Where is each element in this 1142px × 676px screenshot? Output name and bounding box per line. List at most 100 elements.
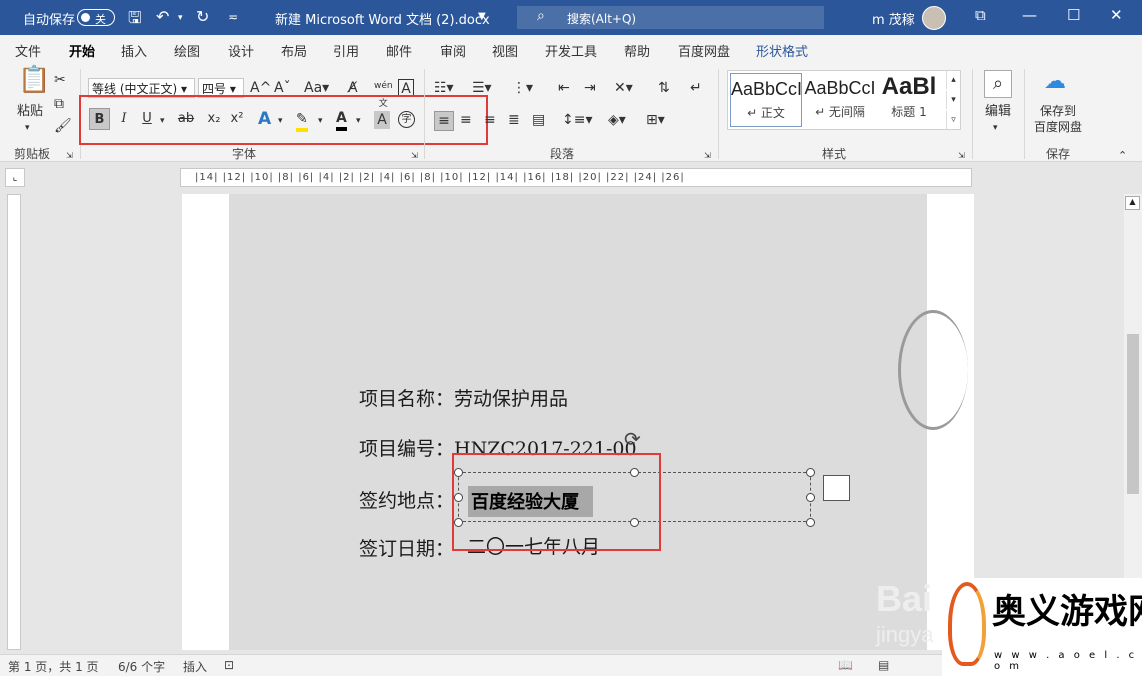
undo-dropdown-icon[interactable]: ▾ bbox=[178, 13, 183, 23]
save-icon[interactable]: 🖫 bbox=[128, 7, 142, 34]
bullets-icon[interactable]: ☷▾ bbox=[434, 79, 454, 97]
tab-help[interactable]: 帮助 bbox=[624, 41, 650, 60]
styles-launcher-icon[interactable]: ⇲ bbox=[958, 147, 965, 165]
increase-indent-icon[interactable]: ⇥ bbox=[584, 79, 596, 97]
vertical-ruler[interactable] bbox=[7, 194, 21, 650]
tab-draw[interactable]: 绘图 bbox=[174, 41, 200, 60]
search-input[interactable]: 搜索(Alt+Q) bbox=[567, 10, 636, 27]
accessibility-icon[interactable]: ⊡ bbox=[224, 658, 234, 672]
tab-view[interactable]: 视图 bbox=[492, 41, 518, 60]
styles-scroll-up-icon[interactable]: ▴ bbox=[946, 71, 960, 89]
align-left-icon[interactable]: ≡ bbox=[434, 111, 454, 131]
resize-handle[interactable] bbox=[806, 518, 815, 527]
paragraph-group-label: 段落 bbox=[550, 147, 575, 161]
minimize-icon[interactable]: — bbox=[1022, 6, 1037, 24]
tab-design[interactable]: 设计 bbox=[228, 41, 254, 60]
word-count[interactable]: 6/6 个字 bbox=[118, 658, 165, 675]
document-title[interactable]: 新建 Microsoft Word 文档 (2).docx bbox=[275, 9, 490, 28]
styles-more-icon[interactable]: ▿ bbox=[946, 111, 960, 129]
decrease-indent-icon[interactable]: ⇤ bbox=[558, 79, 570, 97]
borders-icon[interactable]: ⊞▾ bbox=[646, 111, 665, 129]
shading-icon[interactable]: ◈▾ bbox=[608, 111, 626, 129]
horizontal-ruler[interactable]: |14| |12| |10| |8| |6| |4| |2| |2| |4| |… bbox=[180, 168, 972, 187]
tab-file[interactable]: 文件 bbox=[15, 41, 41, 60]
find-icon[interactable]: ⌕ bbox=[984, 70, 1012, 98]
tab-layout[interactable]: 布局 bbox=[281, 41, 307, 60]
tab-home[interactable]: 开始 bbox=[69, 41, 96, 66]
chevron-down-icon[interactable]: ▼ bbox=[478, 11, 486, 22]
stamp-image bbox=[898, 310, 968, 430]
cut-icon[interactable]: ✂ bbox=[54, 71, 66, 89]
copy-icon[interactable]: ⧉ bbox=[54, 95, 64, 113]
jingyan-watermark: jingya bbox=[876, 622, 934, 647]
chinese-layout-icon[interactable]: ✕▾ bbox=[614, 79, 633, 97]
line-spacing-icon[interactable]: ↕≡▾ bbox=[562, 111, 593, 129]
close-icon[interactable]: ✕ bbox=[1110, 6, 1123, 24]
redo-icon[interactable]: ↻ bbox=[196, 7, 209, 26]
baidu-netdisk-icon[interactable]: ☁ bbox=[1044, 71, 1066, 93]
change-case-label: Aa bbox=[304, 80, 323, 96]
maximize-icon[interactable]: ☐ bbox=[1067, 6, 1080, 24]
styles-scroll-down-icon[interactable]: ▾ bbox=[946, 91, 960, 109]
justify-icon[interactable]: ≣ bbox=[508, 111, 520, 129]
ruler-marks: |14| |12| |10| |8| |6| |4| |2| |2| |4| |… bbox=[195, 172, 685, 183]
align-center-icon[interactable]: ≡ bbox=[460, 111, 472, 129]
save-to-netdisk-label2[interactable]: 百度网盘 bbox=[1032, 119, 1084, 141]
user-name[interactable]: m 茂稼 bbox=[872, 9, 915, 28]
collapse-ribbon-icon[interactable]: ⌃ bbox=[1118, 147, 1127, 165]
tab-references[interactable]: 引用 bbox=[333, 41, 359, 60]
style-name: ↵ 无间隔 bbox=[815, 105, 865, 119]
resize-handle[interactable] bbox=[806, 493, 815, 502]
numbering-icon[interactable]: ☰▾ bbox=[472, 79, 492, 97]
read-mode-icon[interactable]: 📖 bbox=[838, 658, 853, 672]
layout-options-icon[interactable] bbox=[823, 475, 850, 501]
font-size-value: 四号 bbox=[202, 82, 227, 96]
style-name: 标题 1 bbox=[891, 105, 927, 119]
character-border-icon[interactable]: A bbox=[398, 79, 414, 97]
format-painter-icon[interactable]: 🖌 bbox=[54, 117, 72, 135]
scroll-up-icon[interactable]: ▲ bbox=[1125, 196, 1140, 210]
autosave-toggle[interactable]: 关 bbox=[77, 9, 115, 26]
style-normal[interactable]: AaBbCcI ↵ 正文 bbox=[730, 73, 802, 127]
search-icon: ⌕ bbox=[537, 8, 545, 24]
font-launcher-icon[interactable]: ⇲ bbox=[411, 147, 418, 165]
tab-insert[interactable]: 插入 bbox=[121, 41, 147, 60]
resize-handle[interactable] bbox=[806, 468, 815, 477]
ribbon-display-icon[interactable]: ⧉ bbox=[975, 6, 986, 24]
show-marks-icon[interactable]: ↵ bbox=[690, 79, 702, 97]
divider bbox=[972, 69, 973, 159]
site-url: w w w . a o e l . c o m bbox=[994, 650, 1138, 672]
clipboard-launcher-icon[interactable]: ⇲ bbox=[66, 147, 73, 165]
customize-qat-icon[interactable]: ≂ bbox=[228, 10, 238, 24]
tab-review[interactable]: 审阅 bbox=[440, 41, 466, 60]
paste-icon[interactable]: 📋 bbox=[18, 67, 50, 93]
avatar[interactable] bbox=[922, 6, 946, 30]
paste-dropdown-icon[interactable]: ▾ bbox=[25, 119, 30, 137]
search-box[interactable]: ⌕ 搜索(Alt+Q) bbox=[517, 6, 824, 29]
tab-selector[interactable]: ⌞ bbox=[5, 168, 25, 187]
editing-button[interactable]: 编辑 bbox=[980, 101, 1016, 123]
paste-button[interactable]: 粘贴 bbox=[12, 101, 48, 123]
tab-shape-format[interactable]: 形状格式 bbox=[756, 41, 808, 60]
paragraph-launcher-icon[interactable]: ⇲ bbox=[704, 147, 711, 165]
tab-baidu-netdisk[interactable]: 百度网盘 bbox=[678, 41, 730, 60]
align-right-icon[interactable]: ≡ bbox=[484, 111, 496, 129]
distributed-icon[interactable]: ▤ bbox=[532, 111, 545, 129]
editing-dropdown-icon[interactable]: ▾ bbox=[993, 119, 998, 137]
sort-icon[interactable]: ⇅ bbox=[658, 79, 670, 97]
divider bbox=[1024, 69, 1025, 159]
project-name-line: 项目名称：劳动保护用品 bbox=[359, 388, 569, 410]
scroll-thumb[interactable] bbox=[1127, 334, 1139, 494]
page-count[interactable]: 第 1 页，共 1 页 bbox=[8, 658, 99, 675]
style-no-spacing[interactable]: AaBbCcI ↵ 无间隔 bbox=[804, 73, 876, 127]
insert-mode[interactable]: 插入 bbox=[183, 658, 207, 675]
style-heading-1[interactable]: AaBl 标题 1 bbox=[878, 73, 940, 127]
scanned-image[interactable] bbox=[229, 194, 927, 650]
tab-developer[interactable]: 开发工具 bbox=[545, 41, 597, 60]
print-layout-icon[interactable]: ▤ bbox=[878, 658, 889, 672]
undo-icon[interactable]: ↶ bbox=[156, 7, 169, 26]
multilevel-list-icon[interactable]: ⋮▾ bbox=[512, 79, 533, 97]
rotate-handle-icon[interactable]: ⟳ bbox=[624, 429, 641, 449]
highlight-annotation-box bbox=[452, 453, 661, 551]
tab-mailings[interactable]: 邮件 bbox=[386, 41, 412, 60]
